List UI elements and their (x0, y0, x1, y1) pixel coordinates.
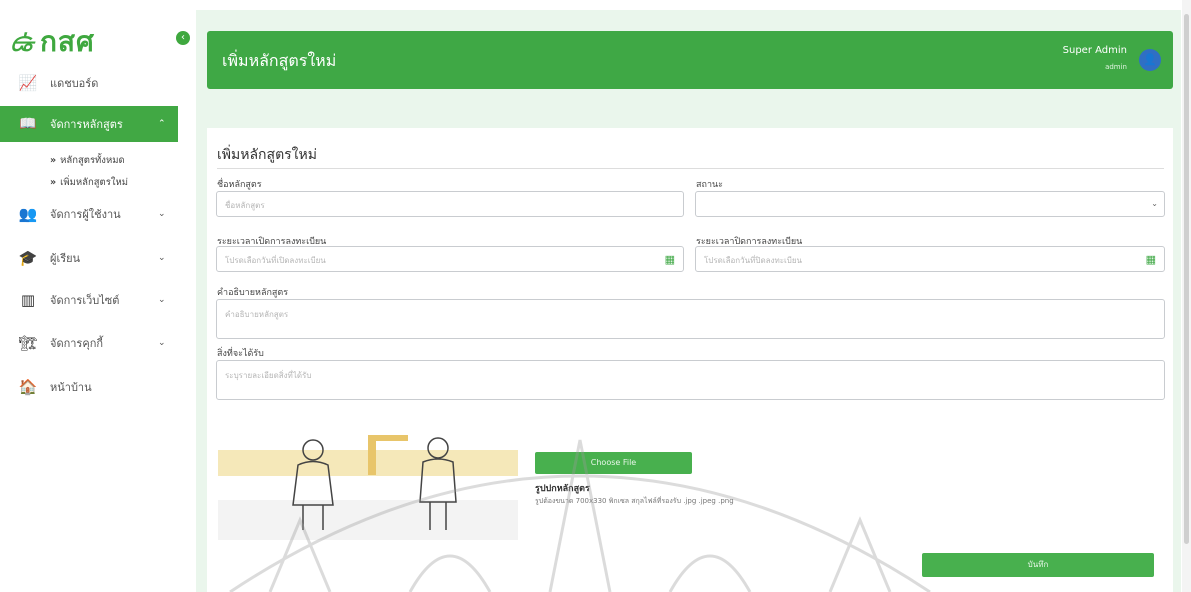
users-icon: 👥 (18, 205, 38, 223)
user-role: admin (1105, 63, 1127, 71)
receive-placeholder: ระบุรายละเอียดสิ่งที่ได้รับ (225, 371, 312, 380)
course-name-label: ชื่อหลักสูตร (217, 180, 262, 190)
logo-mark-icon: ఉ (10, 24, 34, 59)
receive-label: สิ่งที่จะได้รับ (217, 349, 264, 359)
calendar-icon[interactable]: ▦ (665, 253, 675, 266)
book-icon: 📖 (19, 116, 37, 132)
course-name-input[interactable]: ชื่อหลักสูตร (216, 191, 684, 217)
sidebar-item-label: หน้าบ้าน (50, 381, 92, 394)
sidebar-item-dashboard[interactable]: 📈 แดชบอร์ด (16, 74, 99, 92)
sidebar-item-label: จัดการผู้ใช้งาน (50, 208, 121, 221)
user-name[interactable]: Super Admin (1063, 45, 1127, 56)
home-icon: 🏠 (18, 378, 38, 396)
description-label: คำอธิบายหลักสูตร (217, 288, 289, 298)
reg-open-placeholder: โปรดเลือกวันที่เปิดลงทะเบียน (225, 256, 326, 265)
double-arrow-icon: » (50, 177, 57, 188)
sidebar: ఉ กสศ ‹ 📈 แดชบอร์ด 📖 จัดการหลักสูตร ⌃ » ห… (0, 0, 196, 592)
logo-name: กสศ (39, 25, 95, 58)
choose-file-button[interactable]: Choose File (535, 452, 692, 474)
receive-textarea[interactable]: ระบุรายละเอียดสิ่งที่ได้รับ (216, 360, 1165, 400)
subitem-label: หลักสูตรทั้งหมด (60, 155, 125, 166)
chevron-down-icon: ⌄ (158, 295, 166, 305)
collapse-sidebar-icon[interactable]: ‹ (176, 31, 190, 45)
sidebar-item-label: แดชบอร์ด (50, 77, 99, 90)
page-header: เพิ่มหลักสูตรใหม่ Super Admin admin 👤 (207, 31, 1173, 89)
sidebar-item-label: จัดการหลักสูตร (50, 118, 123, 131)
chevron-down-icon: ⌄ (158, 209, 166, 219)
user-avatar-icon[interactable]: 👤 (1139, 49, 1161, 71)
sidebar-subitem-add-course[interactable]: » เพิ่มหลักสูตรใหม่ (50, 175, 128, 190)
form-title: เพิ่มหลักสูตรใหม่ (217, 147, 317, 163)
double-arrow-icon: » (50, 155, 57, 166)
cookie-icon: 🏗 (18, 334, 38, 352)
sidebar-item-user-management[interactable]: 👥 จัดการผู้ใช้งาน ⌄ (16, 205, 166, 223)
reg-open-date-input[interactable]: โปรดเลือกวันที่เปิดลงทะเบียน ▦ (216, 246, 684, 272)
chevron-down-icon: ⌄ (158, 253, 166, 263)
sidebar-subitem-all-courses[interactable]: » หลักสูตรทั้งหมด (50, 153, 125, 168)
app-logo[interactable]: ఉ กสศ (10, 20, 95, 64)
chevron-up-icon: ⌃ (158, 119, 166, 129)
students-illustration (218, 435, 518, 540)
reg-close-placeholder: โปรดเลือกวันที่ปิดลงทะเบียน (704, 256, 803, 265)
scrollbar-thumb[interactable] (1184, 14, 1189, 544)
chart-line-icon: 📈 (18, 74, 38, 92)
cover-image-hint: รูปต้องขนาด 700x330 พิกเซล สกุลไฟล์ที่รอ… (535, 497, 734, 505)
divider (217, 168, 1164, 169)
save-button[interactable]: บันทึก (922, 553, 1154, 577)
sidebar-item-home[interactable]: 🏠 หน้าบ้าน (16, 378, 92, 396)
calendar-icon[interactable]: ▦ (1146, 253, 1156, 266)
chevron-down-icon: ⌄ (158, 338, 166, 348)
cover-image-label: รูปปกหลักสูตร (535, 484, 590, 494)
status-select[interactable]: ⌄ (695, 191, 1165, 217)
course-name-placeholder: ชื่อหลักสูตร (225, 201, 265, 210)
sidebar-item-label: จัดการเว็บไซต์ (50, 294, 120, 307)
graduation-cap-icon: 🎓 (18, 249, 38, 267)
sidebar-item-label: จัดการคุกกี้ (50, 337, 104, 350)
status-label: สถานะ (696, 180, 723, 190)
sidebar-item-course-management[interactable]: 📖 จัดการหลักสูตร ⌃ (0, 106, 178, 142)
chevron-down-icon: ⌄ (1151, 199, 1158, 208)
window-icon: ▥ (20, 291, 36, 309)
sidebar-item-cookie-management[interactable]: 🏗 จัดการคุกกี้ ⌄ (16, 334, 165, 352)
sidebar-item-learner[interactable]: 🎓 ผู้เรียน ⌄ (16, 249, 166, 267)
sidebar-item-label: ผู้เรียน (50, 252, 81, 265)
reg-close-date-input[interactable]: โปรดเลือกวันที่ปิดลงทะเบียน ▦ (695, 246, 1165, 272)
page-title: เพิ่มหลักสูตรใหม่ (222, 51, 337, 70)
sidebar-item-website-management[interactable]: ▥ จัดการเว็บไซต์ ⌄ (16, 291, 166, 309)
description-textarea[interactable]: คำอธิบายหลักสูตร (216, 299, 1165, 339)
description-placeholder: คำอธิบายหลักสูตร (225, 310, 289, 319)
subitem-label: เพิ่มหลักสูตรใหม่ (60, 177, 128, 188)
